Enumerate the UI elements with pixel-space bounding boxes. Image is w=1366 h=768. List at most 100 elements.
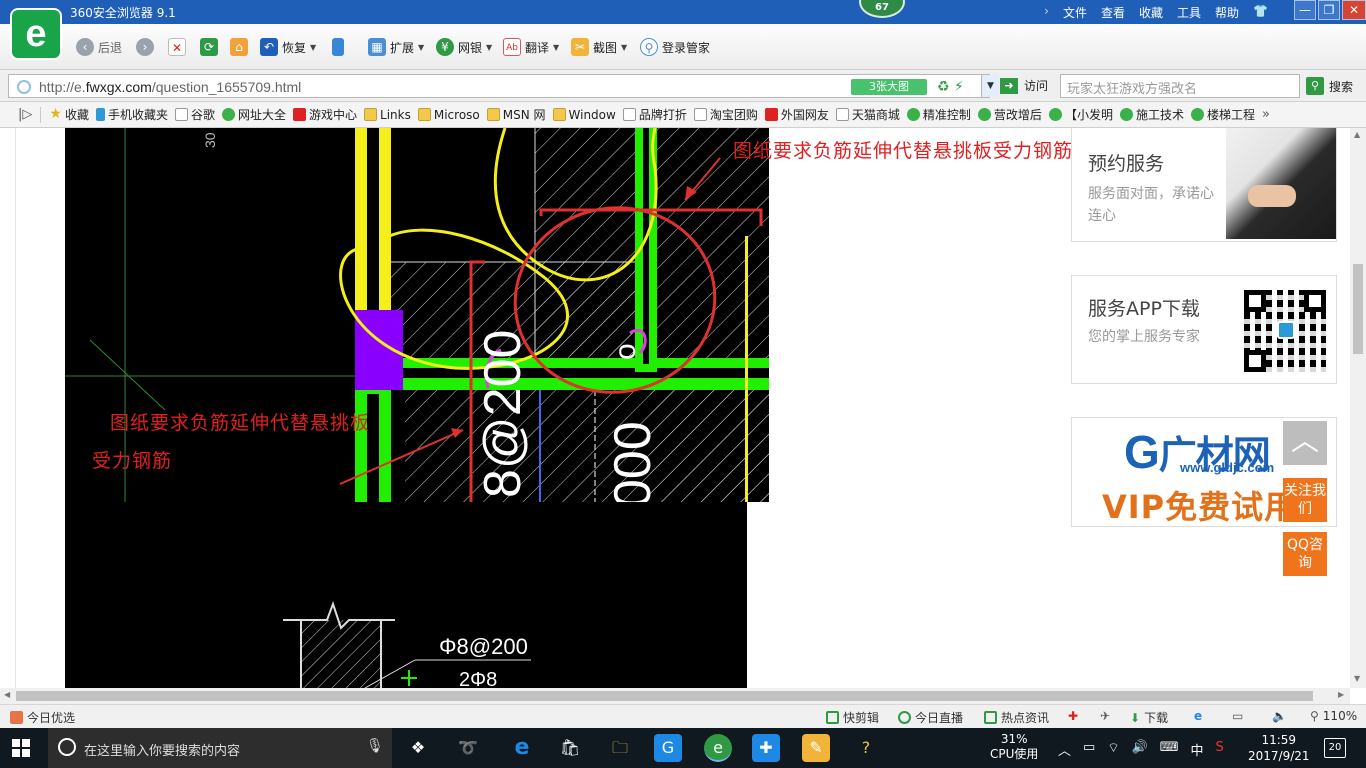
back-to-top-button[interactable]: ︿: [1283, 421, 1327, 465]
ime-indicator[interactable]: 中: [1191, 740, 1204, 759]
scroll-up-icon[interactable]: ▲: [1354, 130, 1360, 139]
vertical-scroll-thumb[interactable]: [1353, 264, 1363, 354]
qq-consult-button[interactable]: QQ咨询: [1283, 532, 1327, 576]
bookmark-item[interactable]: 品牌打折: [622, 106, 687, 123]
speaker-icon[interactable]: 🔊: [1132, 740, 1148, 759]
bookmark-item[interactable]: MSN 网: [486, 106, 546, 123]
today-picks[interactable]: 今日优选: [10, 709, 75, 726]
bookmark-item[interactable]: Links: [364, 108, 411, 122]
bookmark-item[interactable]: 谷歌: [174, 106, 215, 123]
restore-button[interactable]: ↶ 恢复 ▼: [260, 36, 316, 58]
scroll-down-icon[interactable]: ▼: [1354, 674, 1360, 683]
window-icon[interactable]: ▭: [1232, 709, 1243, 723]
url-text[interactable]: http://e.fwxgx.com/question_1655709.html: [39, 79, 301, 95]
menu-view[interactable]: 查看: [1101, 4, 1125, 21]
bookmark-item[interactable]: 施工技术: [1119, 106, 1184, 123]
bookmark-item[interactable]: 楼梯工程: [1190, 106, 1255, 123]
file-explorer-icon[interactable]: 🗀: [606, 734, 634, 762]
microphone-icon[interactable]: 🎙: [366, 738, 384, 754]
bookmark-item[interactable]: 淘宝团购: [693, 106, 758, 123]
volume-icon[interactable]: 🔈: [1272, 709, 1287, 723]
chevron-right-icon[interactable]: ›: [1044, 4, 1049, 21]
url-field[interactable]: http://e.fwxgx.com/question_1655709.html…: [8, 74, 999, 98]
wifi-icon[interactable]: ⌔: [1107, 740, 1119, 759]
screenshot-button[interactable]: ✂ 截图 ▼: [571, 36, 627, 58]
images-button[interactable]: 3张大图: [851, 79, 927, 95]
edge-icon[interactable]: e: [508, 734, 536, 762]
visit-button[interactable]: ➜ 访问: [1000, 77, 1048, 94]
lightning-icon[interactable]: ⚡: [954, 79, 964, 95]
search-button[interactable]: ⚲ 搜索: [1306, 77, 1353, 95]
dropdown-icon[interactable]: ▼: [981, 75, 999, 97]
forward-button[interactable]: ›: [136, 36, 154, 58]
menu-file[interactable]: 文件: [1063, 4, 1087, 21]
bookmark-item[interactable]: Window: [552, 108, 616, 122]
bookmark-item[interactable]: 天猫商城: [835, 106, 900, 123]
bookmark-item[interactable]: 外国网友: [764, 106, 829, 123]
sogou-icon[interactable]: S: [1216, 740, 1224, 759]
sidebar-toggle-icon[interactable]: |▷: [18, 107, 32, 122]
bookmark-item[interactable]: 营改增后: [977, 106, 1042, 123]
horizontal-scrollbar[interactable]: ◀ ▶: [0, 688, 1350, 704]
translate-button[interactable]: Ab 翻译 ▼: [503, 36, 559, 58]
ie-icon[interactable]: e: [1194, 709, 1202, 723]
maximize-button[interactable]: ❐: [1318, 0, 1340, 20]
extend-button[interactable]: ▦ 扩展 ▼: [368, 36, 424, 58]
service-booking-card[interactable]: 预约服务 服务面对面，承诺心连心: [1071, 128, 1337, 242]
kuaijian-button[interactable]: 快剪辑: [826, 709, 879, 726]
taskbar-search[interactable]: 在这里输入你要搜索的内容 🎙: [48, 728, 392, 768]
store-icon[interactable]: 🛍: [556, 734, 584, 762]
clock[interactable]: 11:59 2017/9/21: [1248, 732, 1310, 764]
home-button[interactable]: ⌂: [230, 36, 248, 58]
search-input[interactable]: 玩家太狂游戏方强改名: [1060, 74, 1300, 98]
recycle-icon[interactable]: ♻: [937, 79, 950, 95]
menu-help[interactable]: 帮助: [1215, 4, 1239, 21]
plus-icon[interactable]: ✚: [1068, 709, 1078, 723]
back-button[interactable]: ‹ 后退: [76, 36, 122, 58]
notes-app-icon[interactable]: ✎: [802, 734, 830, 762]
zoom-control[interactable]: ⚲ 110%: [1310, 709, 1357, 723]
login-button[interactable]: ⚲ 登录管家: [640, 36, 710, 58]
menu-tools[interactable]: 工具: [1177, 4, 1201, 21]
horizontal-scroll-thumb[interactable]: [16, 691, 1313, 701]
scroll-left-icon[interactable]: ◀: [4, 690, 10, 699]
bookmark-item[interactable]: 【小发明: [1048, 106, 1113, 123]
battery-icon[interactable]: ▭: [1083, 740, 1095, 759]
app-plus-icon[interactable]: ✚: [752, 734, 780, 762]
bookmark-item[interactable]: 网址大全: [222, 106, 286, 123]
netbank-button[interactable]: ¥ 网银 ▼: [436, 36, 492, 58]
download-button[interactable]: ⬇ 下载: [1130, 709, 1168, 726]
notification-center-icon[interactable]: 20: [1324, 738, 1346, 758]
windows-start-icon[interactable]: [12, 739, 30, 757]
news-button[interactable]: 热点资讯: [984, 709, 1049, 726]
bookmark-item[interactable]: 游戏中心: [293, 106, 357, 123]
app-download-card[interactable]: 服务APP下载 您的掌上服务专家: [1071, 275, 1337, 384]
bookmark-item[interactable]: 手机收藏夹: [95, 106, 168, 123]
menu-favorites[interactable]: 收藏: [1139, 4, 1163, 21]
cpu-usage[interactable]: 31% CPU使用: [990, 732, 1038, 762]
scroll-right-icon[interactable]: ▶: [1338, 690, 1344, 699]
bookmark-item[interactable]: Microso: [417, 108, 480, 122]
shirt-icon[interactable]: 👕: [1253, 4, 1268, 21]
360-browser-icon[interactable]: e: [704, 734, 732, 762]
more-bookmarks-icon[interactable]: »: [1262, 107, 1270, 122]
bookmark-item[interactable]: ★ 收藏: [49, 106, 89, 123]
refresh-button[interactable]: ⟳: [200, 36, 218, 58]
minimize-button[interactable]: —: [1294, 0, 1316, 20]
spiral-app-icon[interactable]: ➰: [454, 734, 482, 762]
bookmark-item[interactable]: 精准控制: [906, 106, 971, 123]
pin-icon[interactable]: ✈: [1100, 709, 1110, 723]
help-app-icon[interactable]: ?: [852, 734, 880, 762]
close-button[interactable]: ✕: [1342, 0, 1366, 20]
mobile-button[interactable]: [332, 36, 344, 58]
follow-us-button[interactable]: 关注我们: [1283, 478, 1327, 522]
vertical-scrollbar[interactable]: ▲ ▼: [1350, 128, 1366, 688]
glodon-app-icon[interactable]: G: [654, 734, 682, 762]
task-view-icon[interactable]: ❖: [404, 734, 432, 762]
live-button[interactable]: 今日直播: [898, 709, 963, 726]
speed-icons[interactable]: ♻ ⚡: [937, 79, 964, 95]
keyboard-icon[interactable]: ⌨: [1160, 740, 1179, 759]
score-badge[interactable]: 67: [859, 0, 905, 18]
stop-button[interactable]: ✕: [168, 36, 186, 58]
tray-expand-icon[interactable]: ︿: [1058, 740, 1071, 759]
